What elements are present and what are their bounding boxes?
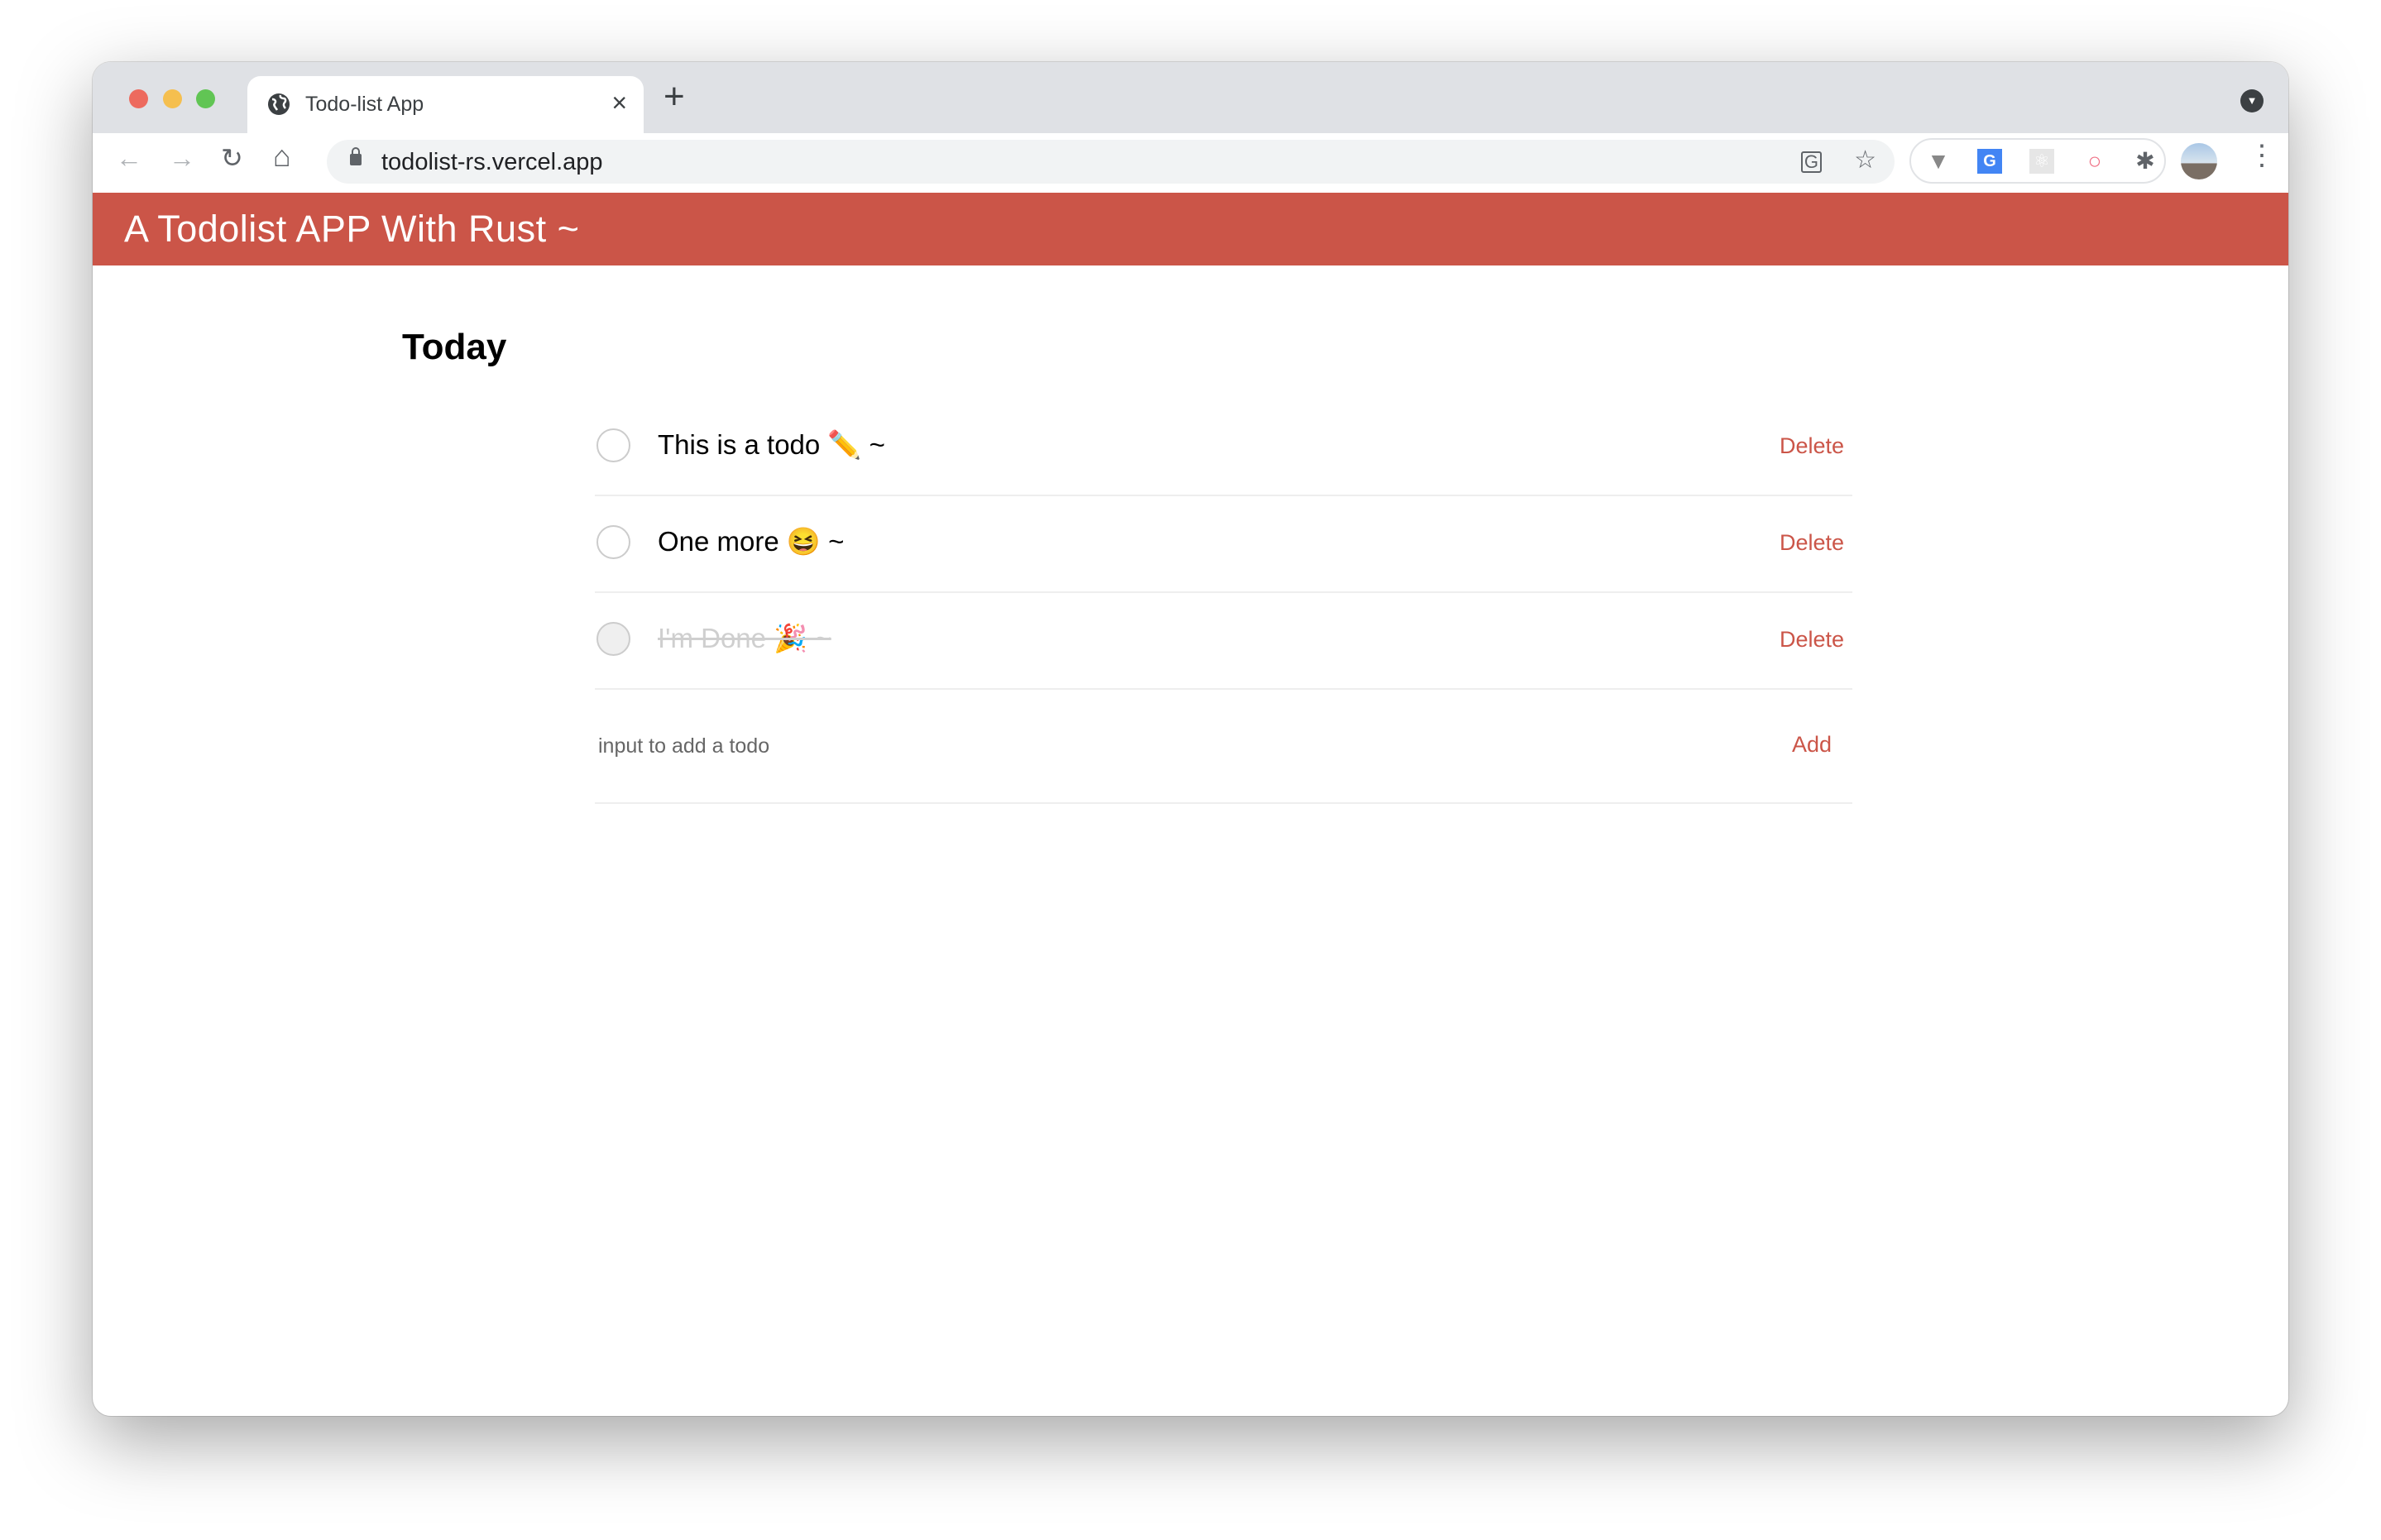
maximize-window-button[interactable] xyxy=(196,89,215,108)
globe-icon xyxy=(268,93,290,115)
forward-icon[interactable]: → xyxy=(169,145,195,171)
close-tab-icon[interactable]: × xyxy=(611,88,627,118)
browser-window: Todo-list App × + ▼ ← → ↻ ⌂ todolist-rs.… xyxy=(93,62,2288,1416)
minimize-window-button[interactable] xyxy=(163,89,182,108)
add-button[interactable]: Add xyxy=(1792,732,1832,758)
add-todo-row: Add xyxy=(595,690,1852,804)
ring-extension-icon[interactable]: ○ xyxy=(2082,149,2107,174)
home-icon[interactable]: ⌂ xyxy=(273,141,291,171)
vue-devtools-icon[interactable]: ▼ xyxy=(1926,149,1951,174)
todo-list: This is a todo ✏️ ~ Delete One more 😆 ~ … xyxy=(595,399,1852,804)
app-header: A Todolist APP With Rust ~ xyxy=(93,193,2288,265)
close-window-button[interactable] xyxy=(129,89,148,108)
reload-icon[interactable]: ↻ xyxy=(221,145,243,171)
delete-button[interactable]: Delete xyxy=(1780,627,1844,653)
todo-checkbox[interactable] xyxy=(596,525,630,559)
bookmark-star-icon[interactable]: ☆ xyxy=(1854,148,1876,173)
todo-checkbox[interactable] xyxy=(596,428,630,462)
translate-icon[interactable]: G xyxy=(1800,151,1822,173)
todo-item: This is a todo ✏️ ~ Delete xyxy=(595,399,1852,496)
todo-text: This is a todo ✏️ ~ xyxy=(658,429,885,460)
tab-title: Todo-list App xyxy=(305,93,424,116)
more-menu-icon[interactable]: ⋮ xyxy=(2248,141,2276,170)
google-translate-icon[interactable]: G xyxy=(1977,149,2002,174)
tab-search-icon[interactable]: ▼ xyxy=(2240,89,2264,112)
delete-button[interactable]: Delete xyxy=(1780,530,1844,556)
browser-toolbar: ← → ↻ ⌂ todolist-rs.vercel.app G ☆ ▼ G ⚛… xyxy=(93,133,2288,194)
profile-avatar[interactable] xyxy=(2181,143,2217,179)
tab-todo-list-app[interactable]: Todo-list App × xyxy=(247,76,644,133)
todo-checkbox-checked[interactable] xyxy=(596,622,630,656)
new-tab-button[interactable]: + xyxy=(664,79,685,115)
todo-item-done: I'm Done 🎉 ~ Delete xyxy=(595,593,1852,690)
lock-icon xyxy=(350,147,362,165)
todo-text: One more 😆 ~ xyxy=(658,526,845,557)
puzzle-extensions-icon[interactable]: ✱ xyxy=(2133,149,2158,174)
react-devtools-icon[interactable]: ⚛ xyxy=(2029,149,2054,174)
app-title: A Todolist APP With Rust ~ xyxy=(124,208,580,250)
back-icon[interactable]: ← xyxy=(116,145,142,171)
address-bar[interactable]: todolist-rs.vercel.app G ☆ xyxy=(327,140,1895,184)
section-title: Today xyxy=(402,327,507,367)
delete-button[interactable]: Delete xyxy=(1780,433,1844,459)
todo-text: I'm Done 🎉 ~ xyxy=(658,623,831,653)
tab-bar: Todo-list App × + ▼ xyxy=(93,62,2288,133)
url-text[interactable]: todolist-rs.vercel.app xyxy=(381,149,603,176)
add-todo-input[interactable] xyxy=(595,723,1735,769)
extensions-bar: ▼ G ⚛ ○ ✱ xyxy=(1909,138,2166,184)
todo-item: One more 😆 ~ Delete xyxy=(595,496,1852,593)
